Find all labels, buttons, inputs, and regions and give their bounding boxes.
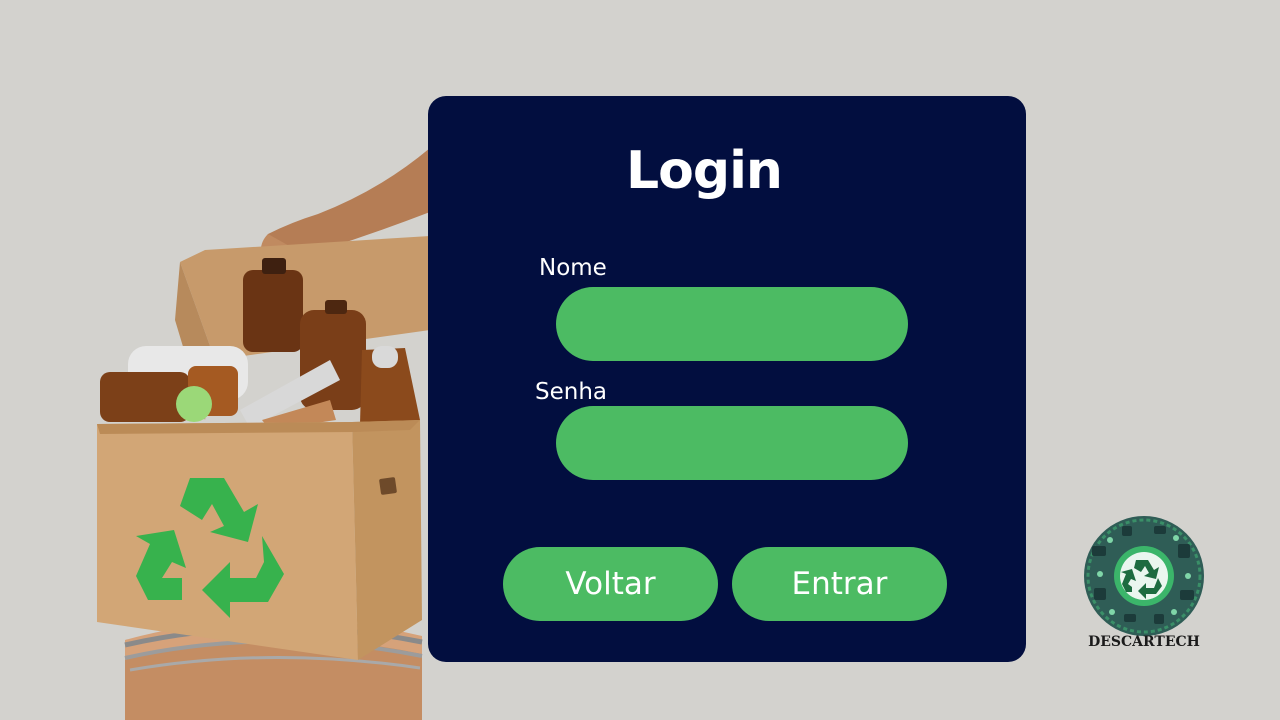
page-title: Login — [626, 141, 783, 201]
descartech-logo: DESCARTECH — [1084, 516, 1204, 650]
password-input[interactable] — [556, 406, 908, 480]
name-input[interactable] — [556, 287, 908, 361]
enter-button[interactable]: Entrar — [732, 547, 947, 621]
back-button[interactable]: Voltar — [503, 547, 718, 621]
name-label: Nome — [539, 255, 607, 281]
recycling-box-illustration — [97, 148, 430, 720]
password-label: Senha — [535, 379, 607, 405]
logo-text: DESCARTECH — [1088, 634, 1200, 650]
